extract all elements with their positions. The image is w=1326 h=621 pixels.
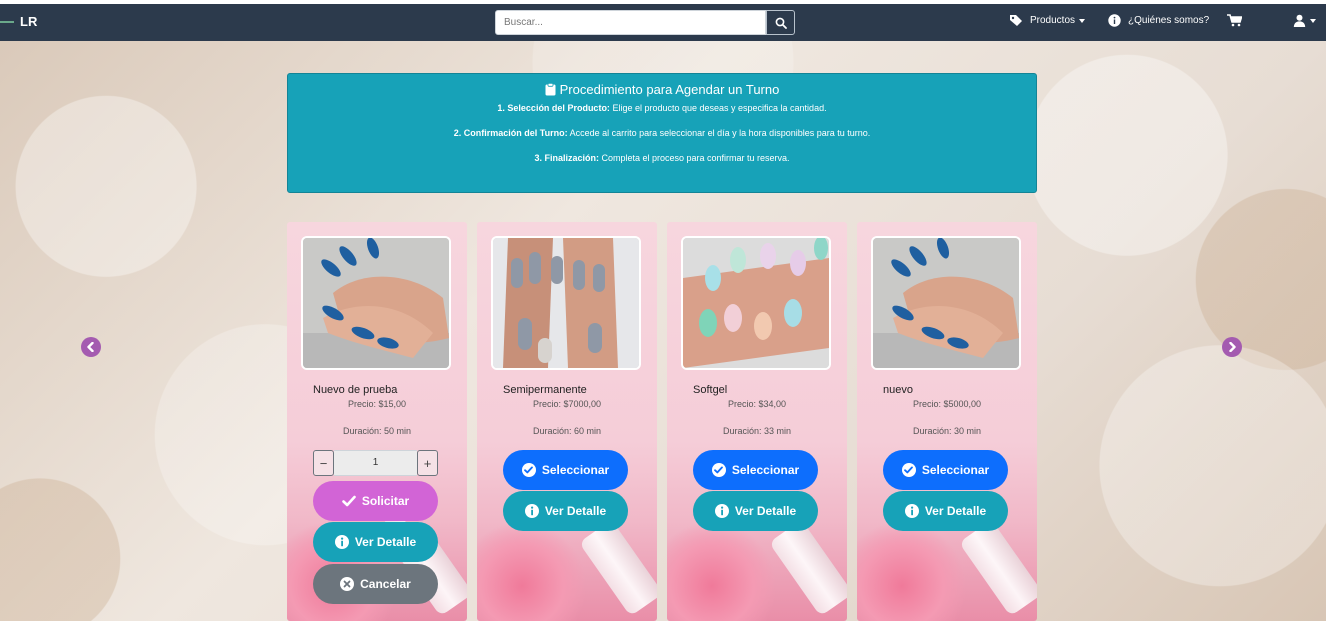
cancel-button[interactable]: Cancelar xyxy=(313,564,438,604)
products-label: Productos xyxy=(1030,15,1076,26)
info-icon xyxy=(334,535,349,549)
view-detail-label: Ver Detalle xyxy=(734,504,797,518)
products-dropdown[interactable]: Productos xyxy=(1009,14,1086,27)
check-icon xyxy=(342,495,356,507)
request-label: Solicitar xyxy=(361,494,410,508)
product-price: Precio: $15,00 xyxy=(347,399,407,409)
view-detail-button[interactable]: Ver Detalle xyxy=(883,491,1008,531)
product-price: Precio: $7000,00 xyxy=(532,399,602,409)
brand-name: LR xyxy=(20,14,38,29)
procedure-step-1: 1. Selección del Producto: Elige el prod… xyxy=(497,103,827,113)
carousel-prev-button[interactable] xyxy=(81,337,101,357)
product-duration: Duración: 50 min xyxy=(342,426,412,436)
procedure-title: Procedimiento para Agendar un Turno xyxy=(288,82,1036,97)
product-name: Semipermanente xyxy=(503,384,587,396)
check-circle-icon xyxy=(901,463,916,477)
user-menu[interactable] xyxy=(1293,14,1316,27)
quantity-input[interactable]: 1 xyxy=(334,450,417,476)
chevron-left-icon xyxy=(87,342,94,352)
quantity-increase-button[interactable]: + xyxy=(417,450,438,476)
search-icon xyxy=(775,17,787,29)
product-card: Softgel Precio: $34,00 Duración: 33 min … xyxy=(667,222,847,621)
about-label: ¿Quiénes somos? xyxy=(1128,15,1210,26)
view-detail-button[interactable]: Ver Detalle xyxy=(313,522,438,562)
chevron-down-icon xyxy=(1079,18,1086,23)
select-button[interactable]: Seleccionar xyxy=(883,450,1008,490)
view-detail-button[interactable]: Ver Detalle xyxy=(693,491,818,531)
product-name: Nuevo de prueba xyxy=(313,384,398,396)
product-card: Nuevo de prueba Precio: $15,00 Duración:… xyxy=(287,222,467,621)
product-duration: Duración: 30 min xyxy=(912,426,982,436)
product-name: Softgel xyxy=(693,384,728,396)
search-bar xyxy=(495,10,795,35)
cart-icon xyxy=(1227,14,1242,27)
cart-button[interactable] xyxy=(1227,14,1242,27)
quantity-stepper: − 1 + xyxy=(313,450,438,476)
product-name: nuevo xyxy=(883,384,913,396)
clipboard-icon xyxy=(545,83,556,96)
search-button[interactable] xyxy=(766,10,795,35)
about-link[interactable]: ¿Quiénes somos? xyxy=(1108,14,1209,27)
close-circle-icon xyxy=(340,577,355,591)
select-label: Seleccionar xyxy=(921,463,990,477)
view-detail-button[interactable]: Ver Detalle xyxy=(503,491,628,531)
info-icon xyxy=(904,504,919,518)
select-label: Seleccionar xyxy=(541,463,610,477)
product-card: Semipermanente Precio: $7000,00 Duración… xyxy=(477,222,657,621)
card-decoration xyxy=(857,521,967,621)
view-detail-label: Ver Detalle xyxy=(924,504,987,518)
search-input[interactable] xyxy=(495,10,766,35)
info-icon xyxy=(524,504,539,518)
product-image[interactable] xyxy=(491,236,641,370)
card-decoration xyxy=(477,521,587,621)
chevron-right-icon xyxy=(1229,342,1236,352)
product-duration: Duración: 60 min xyxy=(532,426,602,436)
product-price: Precio: $34,00 xyxy=(727,399,787,409)
product-price: Precio: $5000,00 xyxy=(912,399,982,409)
view-detail-label: Ver Detalle xyxy=(544,504,607,518)
procedure-title-text: Procedimiento para Agendar un Turno xyxy=(559,82,780,97)
leaf-icon xyxy=(0,20,14,23)
request-button[interactable]: Solicitar xyxy=(313,481,438,521)
product-image[interactable] xyxy=(301,236,451,370)
navbar: LR Productos ¿Quiénes somos? xyxy=(0,4,1326,41)
user-icon xyxy=(1293,14,1306,27)
view-detail-label: Ver Detalle xyxy=(354,535,417,549)
procedure-step-2: 2. Confirmación del Turno: Accede al car… xyxy=(453,128,871,138)
tag-icon xyxy=(1010,15,1022,26)
select-label: Seleccionar xyxy=(731,463,800,477)
check-circle-icon xyxy=(711,463,726,477)
product-card: nuevo Precio: $5000,00 Duración: 30 min … xyxy=(857,222,1037,621)
card-decoration xyxy=(768,519,847,617)
product-duration: Duración: 33 min xyxy=(722,426,792,436)
procedure-step-3: 3. Finalización: Completa el proceso par… xyxy=(534,153,790,163)
check-circle-icon xyxy=(521,463,536,477)
brand-logo[interactable]: LR xyxy=(0,14,37,29)
info-icon xyxy=(1108,14,1121,27)
card-decoration xyxy=(578,519,657,617)
select-button[interactable]: Seleccionar xyxy=(693,450,818,490)
chevron-down-icon xyxy=(1310,18,1316,23)
info-icon xyxy=(714,504,729,518)
select-button[interactable]: Seleccionar xyxy=(503,450,628,490)
card-decoration xyxy=(667,521,777,621)
product-image[interactable] xyxy=(681,236,831,370)
carousel-next-button[interactable] xyxy=(1222,337,1242,357)
product-image[interactable] xyxy=(871,236,1021,370)
cancel-label: Cancelar xyxy=(360,577,411,591)
quantity-decrease-button[interactable]: − xyxy=(313,450,334,476)
appointment-procedure-box: Procedimiento para Agendar un Turno 1. S… xyxy=(287,73,1037,193)
card-decoration xyxy=(958,519,1037,617)
